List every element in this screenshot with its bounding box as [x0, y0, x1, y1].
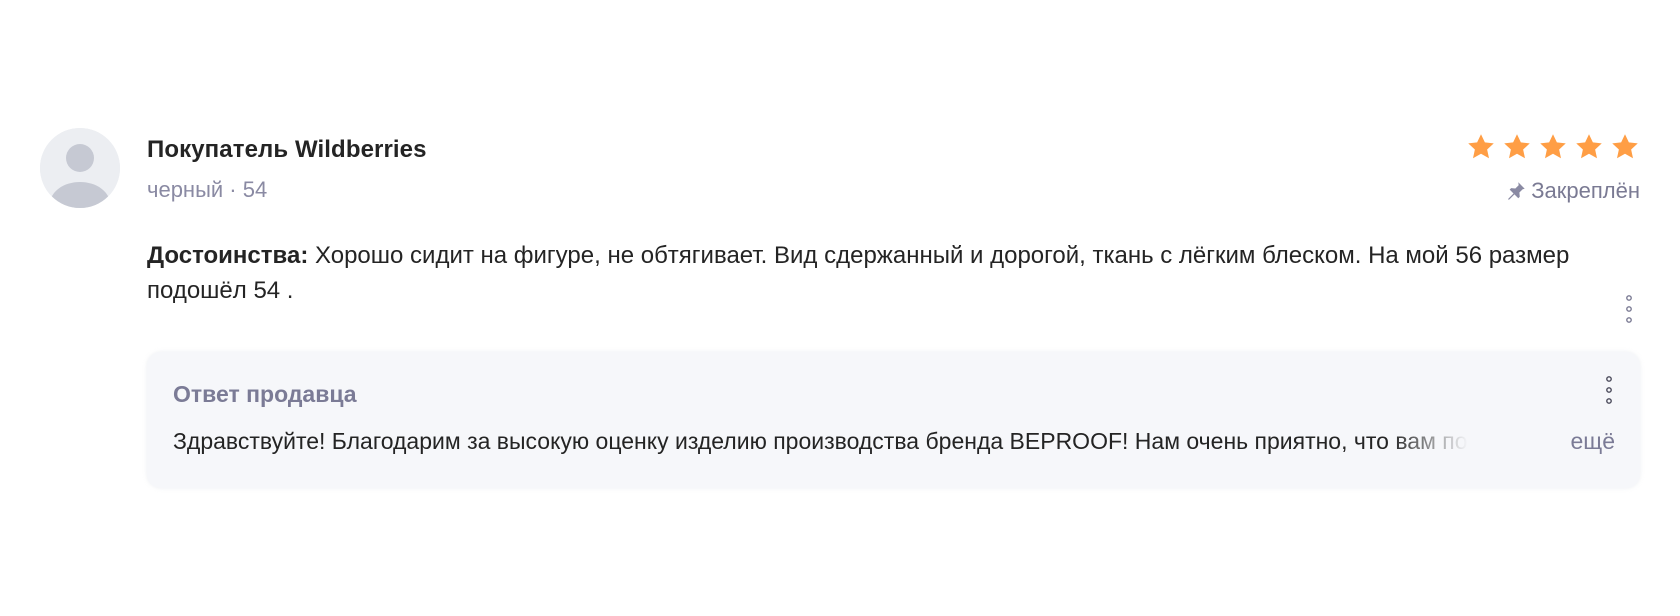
pin-icon — [1508, 182, 1525, 200]
seller-reply-title: Ответ продавца — [173, 381, 357, 407]
review-menu-button[interactable] — [1624, 293, 1634, 325]
user-placeholder-icon — [40, 128, 120, 208]
seller-reply-text: Здравствуйте! Благодарим за высокую оцен… — [173, 428, 1468, 454]
avatar — [40, 128, 120, 208]
pros-text: Хорошо сидит на фигуре, не обтягивает. В… — [147, 242, 1570, 304]
review-text: Достоинства: Хорошо сидит на фигуре, не … — [147, 238, 1587, 308]
seller-reply-menu-button[interactable] — [1604, 374, 1614, 406]
review-author: Покупатель Wildberries — [147, 136, 427, 163]
seller-reply: Ответ продавца Здравствуйте! Благодарим … — [147, 352, 1640, 488]
seller-reply-more-link[interactable]: ещё — [1570, 428, 1615, 455]
review-variant: черный · 54 — [147, 177, 268, 202]
star-icon — [1612, 134, 1638, 159]
more-vertical-icon — [1606, 376, 1612, 404]
star-icon — [1540, 134, 1566, 159]
more-vertical-icon — [1626, 295, 1632, 323]
pinned-label: Закреплён — [1531, 178, 1640, 203]
review-card: Покупатель Wildberries черный · 54 Закре… — [40, 128, 1640, 488]
star-icon — [1504, 134, 1530, 159]
pros-label: Достоинства: — [147, 242, 309, 269]
star-icon — [1576, 134, 1602, 159]
rating-stars — [1466, 132, 1640, 162]
star-icon — [1468, 134, 1494, 159]
pinned-badge: Закреплён — [1505, 178, 1640, 204]
